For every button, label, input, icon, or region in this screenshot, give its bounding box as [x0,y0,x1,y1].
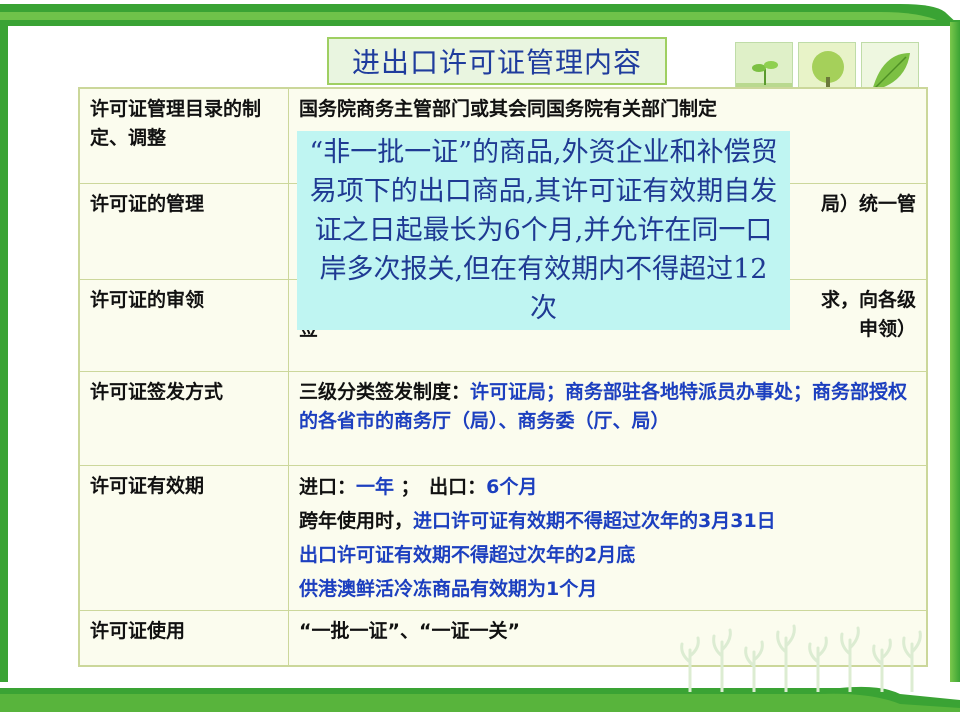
row-content-emphasis: 一年 [356,475,395,498]
row-label: 许可证签发方式 [78,370,289,466]
row-content-text: 三级分类签发制度： [299,380,471,403]
validity-note-callout: “非一批一证”的商品,外资企业和补偿贸易项下的出口商品,其许可证有效期自发证之日… [297,131,790,330]
row-content-text: 求，向各级 [820,288,916,311]
row-content-emphasis: 进口许可证有效期不得超过次年的3月31日 [413,509,776,532]
row-content-emphasis: 出口许可证有效期不得超过次年的2月底 [299,543,636,566]
table-row: 许可证签发方式 三级分类签发制度：许可证局；商务部驻各地特派员办事处；商务部授权… [78,370,928,466]
row-content-text: 进口： [299,475,357,498]
row-label: 许可证管理目录的制定、调整 [78,87,289,184]
row-label: 许可证的审领 [78,278,289,372]
table-row: 许可证有效期 进口：一年 ； 出口：6个月 跨年使用时，进口许可证有效期不得超过… [78,464,928,611]
row-content-text: 局）统一管 [820,192,916,215]
row-content-emphasis: 供港澳鲜活冷冻商品有效期为1个月 [299,577,598,600]
left-frame-border [0,22,8,687]
row-content: 进口：一年 ； 出口：6个月 跨年使用时，进口许可证有效期不得超过次年的3月31… [288,464,928,611]
slide-title: 进出口许可证管理内容 [327,37,667,85]
row-content-emphasis: 6个月 [486,475,538,498]
row-content-text: 跨年使用时， [299,509,414,532]
sprouts-decoration-icon [680,622,925,694]
row-label: 许可证使用 [78,609,289,667]
top-decorative-bar [0,0,960,26]
row-content: 三级分类签发制度：许可证局；商务部驻各地特派员办事处；商务部授权的各省市的商务厅… [288,370,928,466]
row-label: 许可证有效期 [78,464,289,611]
row-content-text: 申领） [858,317,916,340]
row-label: 许可证的管理 [78,182,289,280]
right-frame-border [950,22,960,687]
row-content-text: ； 出口： [394,475,487,498]
